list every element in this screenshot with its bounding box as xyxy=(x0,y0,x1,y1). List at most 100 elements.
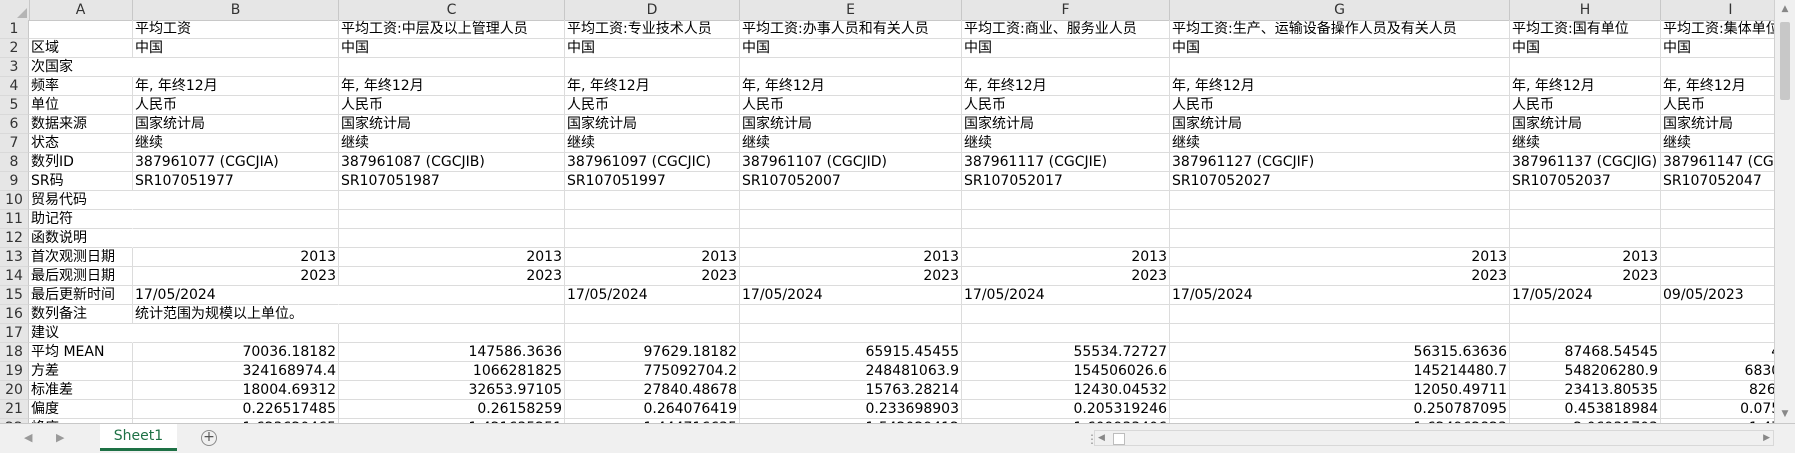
cell-f10[interactable] xyxy=(962,191,1170,210)
cell-c21[interactable]: 0.26158259 xyxy=(339,400,565,419)
cell-b8[interactable]: 387961077 (CGCJIA) xyxy=(133,153,339,172)
cell-d21[interactable]: 0.264076419 xyxy=(565,400,740,419)
cell-h12[interactable] xyxy=(1510,229,1661,248)
horizontal-scrollbar[interactable]: ◀ ▶ xyxy=(1094,430,1774,446)
cell-b11[interactable] xyxy=(133,210,339,229)
cell-g9[interactable]: SR107052027 xyxy=(1170,172,1510,191)
cell-a2[interactable]: 区域 xyxy=(29,39,133,58)
cell-h18[interactable]: 87468.54545 xyxy=(1510,343,1661,362)
cell-g7[interactable]: 继续 xyxy=(1170,134,1510,153)
cell-c8[interactable]: 387961087 (CGCJIB) xyxy=(339,153,565,172)
cell-g17[interactable] xyxy=(1170,324,1510,343)
cell-c7[interactable]: 继续 xyxy=(339,134,565,153)
cell-a13[interactable]: 首次观测日期 xyxy=(29,248,133,267)
cell-g13[interactable]: 2013 xyxy=(1170,248,1510,267)
row-header-12[interactable]: 12 xyxy=(0,229,29,248)
cell-f20[interactable]: 12430.04532 xyxy=(962,381,1170,400)
row-header-11[interactable]: 11 xyxy=(0,210,29,229)
cell-c1[interactable]: 平均工资:中层及以上管理人员 xyxy=(339,20,565,39)
cell-g11[interactable] xyxy=(1170,210,1510,229)
cell-b7[interactable]: 继续 xyxy=(133,134,339,153)
cell-c11[interactable] xyxy=(339,210,565,229)
cell-h8[interactable]: 387961137 (CGCJIG) xyxy=(1510,153,1661,172)
cell-g12[interactable] xyxy=(1170,229,1510,248)
cell-f2[interactable]: 中国 xyxy=(962,39,1170,58)
cell-a7[interactable]: 状态 xyxy=(29,134,133,153)
row-header-3[interactable]: 3 xyxy=(0,58,29,77)
cell-b13[interactable]: 2013 xyxy=(133,248,339,267)
cell-d15[interactable]: 17/05/2024 xyxy=(565,286,740,305)
cell-h5[interactable]: 人民币 xyxy=(1510,96,1661,115)
cell-c17[interactable] xyxy=(339,324,565,343)
cell-g14[interactable]: 2023 xyxy=(1170,267,1510,286)
cell-a12[interactable]: 函数说明 xyxy=(29,229,133,248)
column-header-f[interactable]: F xyxy=(962,0,1170,20)
cell-g18[interactable]: 56315.63636 xyxy=(1170,343,1510,362)
spreadsheet-grid[interactable]: ABCDEFGHI 1 平均工资 平均工资:中层及以上管理人员 平均工资:专业技术人员… xyxy=(0,0,1795,423)
cell-f13[interactable]: 2013 xyxy=(962,248,1170,267)
row-header-18[interactable]: 18 xyxy=(0,343,29,362)
cell-a1[interactable] xyxy=(29,20,133,39)
cell-h3[interactable] xyxy=(1510,58,1661,77)
cell-a20[interactable]: 标准差 xyxy=(29,381,133,400)
row-header-16[interactable]: 16 xyxy=(0,305,29,324)
add-sheet-button[interactable]: + xyxy=(201,430,217,446)
row-header-14[interactable]: 14 xyxy=(0,267,29,286)
tab-prev-icon[interactable]: ◀ xyxy=(24,431,32,444)
scroll-up-icon[interactable]: ▲ xyxy=(1775,0,1795,18)
cell-g1[interactable]: 平均工资:生产、运输设备操作人员及有关人员 xyxy=(1170,20,1510,39)
row-header-7[interactable]: 7 xyxy=(0,134,29,153)
cell-g21[interactable]: 0.250787095 xyxy=(1170,400,1510,419)
tab-next-icon[interactable]: ▶ xyxy=(56,431,64,444)
cell-h9[interactable]: SR107052037 xyxy=(1510,172,1661,191)
row-header-10[interactable]: 10 xyxy=(0,191,29,210)
cell-h21[interactable]: 0.453818984 xyxy=(1510,400,1661,419)
cell-h10[interactable] xyxy=(1510,191,1661,210)
cell-c5[interactable]: 人民币 xyxy=(339,96,565,115)
cell-h20[interactable]: 23413.80535 xyxy=(1510,381,1661,400)
cell-c19[interactable]: 1066281825 xyxy=(339,362,565,381)
cell-e2[interactable]: 中国 xyxy=(740,39,962,58)
cell-b2[interactable]: 中国 xyxy=(133,39,339,58)
cell-f15[interactable]: 17/05/2024 xyxy=(962,286,1170,305)
cell-e13[interactable]: 2013 xyxy=(740,248,962,267)
row-header-19[interactable]: 19 xyxy=(0,362,29,381)
cell-c12[interactable] xyxy=(339,229,565,248)
cell-f3[interactable] xyxy=(962,58,1170,77)
cell-h13[interactable]: 2013 xyxy=(1510,248,1661,267)
cell-e17[interactable] xyxy=(740,324,962,343)
row-header-21[interactable]: 21 xyxy=(0,400,29,419)
cell-a6[interactable]: 数据来源 xyxy=(29,115,133,134)
cell-c13[interactable]: 2013 xyxy=(339,248,565,267)
cell-h11[interactable] xyxy=(1510,210,1661,229)
cell-h4[interactable]: 年, 年终12月 xyxy=(1510,77,1661,96)
cell-g20[interactable]: 12050.49711 xyxy=(1170,381,1510,400)
cell-f7[interactable]: 继续 xyxy=(962,134,1170,153)
cell-g6[interactable]: 国家统计局 xyxy=(1170,115,1510,134)
cell-f4[interactable]: 年, 年终12月 xyxy=(962,77,1170,96)
cell-d19[interactable]: 775092704.2 xyxy=(565,362,740,381)
cell-h7[interactable]: 继续 xyxy=(1510,134,1661,153)
cell-a15[interactable]: 最后更新时间 xyxy=(29,286,133,305)
vertical-scrollbar[interactable]: ▲ ▼ xyxy=(1774,0,1795,423)
cell-a18[interactable]: 平均 MEAN xyxy=(29,343,133,362)
cell-h2[interactable]: 中国 xyxy=(1510,39,1661,58)
cell-h6[interactable]: 国家统计局 xyxy=(1510,115,1661,134)
select-all-corner[interactable] xyxy=(0,0,30,20)
scroll-right-icon[interactable]: ▶ xyxy=(1763,431,1770,445)
cell-f21[interactable]: 0.205319246 xyxy=(962,400,1170,419)
column-header-d[interactable]: D xyxy=(565,0,740,20)
cell-b16[interactable]: 统计范围为规模以上单位。 xyxy=(133,305,339,324)
cell-b9[interactable]: SR107051977 xyxy=(133,172,339,191)
cell-e16[interactable] xyxy=(740,305,962,324)
cell-b17[interactable] xyxy=(133,324,339,343)
row-header-4[interactable]: 4 xyxy=(0,77,29,96)
cell-c15[interactable] xyxy=(339,286,565,305)
scroll-left-icon[interactable]: ◀ xyxy=(1098,431,1105,445)
cell-b21[interactable]: 0.226517485 xyxy=(133,400,339,419)
cell-a9[interactable]: SR码 xyxy=(29,172,133,191)
cell-e9[interactable]: SR107052007 xyxy=(740,172,962,191)
cell-e3[interactable] xyxy=(740,58,962,77)
cell-h1[interactable]: 平均工资:国有单位 xyxy=(1510,20,1661,39)
cell-a17[interactable]: 建议 xyxy=(29,324,133,343)
